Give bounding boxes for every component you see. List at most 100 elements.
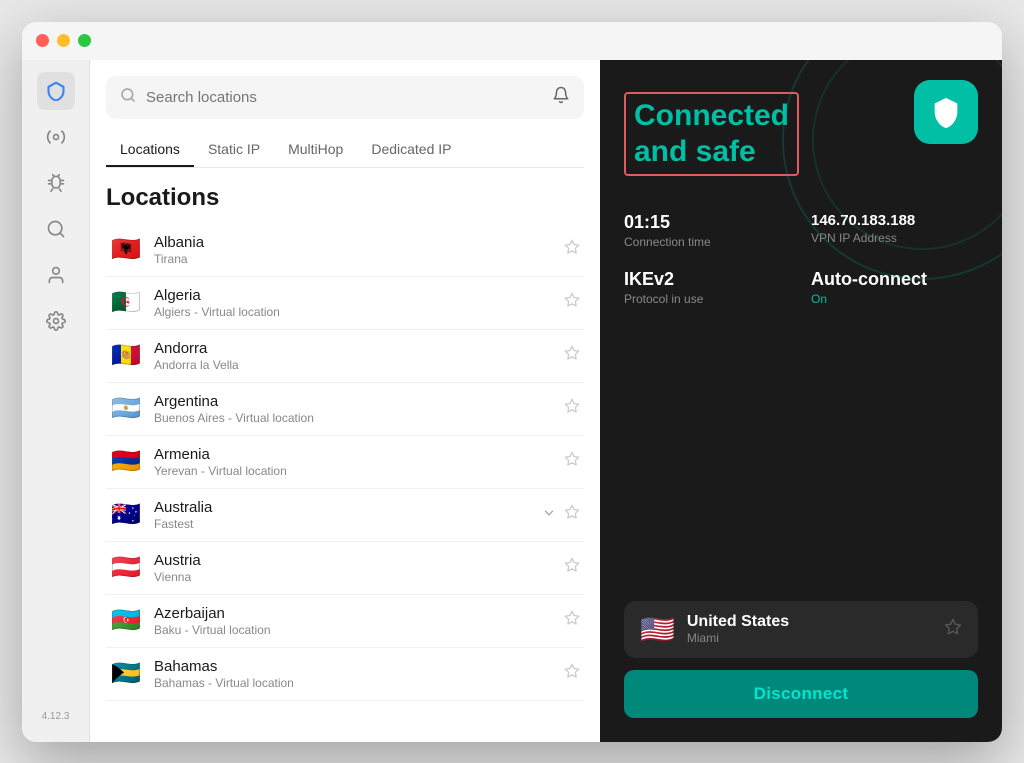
flag-icon: 🇦🇱 <box>110 235 142 264</box>
connection-time-value: 01:15 <box>624 212 791 233</box>
connected-city: Miami <box>687 631 932 645</box>
flag-icon: 🇦🇩 <box>110 341 142 370</box>
flag-icon: 🇦🇷 <box>110 394 142 423</box>
location-sub: Fastest <box>154 517 542 531</box>
tab-static-ip[interactable]: Static IP <box>194 133 274 167</box>
flag-icon: 🇦🇿 <box>110 606 142 635</box>
location-info: Armenia Yerevan - Virtual location <box>154 446 564 478</box>
connected-flag: 🇺🇸 <box>640 613 675 646</box>
location-info: Azerbaijan Baku - Virtual location <box>154 605 564 637</box>
favorite-star-icon[interactable] <box>564 398 580 419</box>
close-button[interactable] <box>36 34 49 47</box>
app-window: 4.12.3 Locations <box>22 22 1002 742</box>
favorite-star-icon[interactable] <box>564 451 580 472</box>
location-name: Andorra <box>154 340 564 357</box>
list-item[interactable]: 🇦🇩 Andorra Andorra la Vella <box>106 330 584 383</box>
location-name: Australia <box>154 499 542 516</box>
flag-icon: 🇦🇲 <box>110 447 142 476</box>
flag-icon: 🇩🇿 <box>110 288 142 317</box>
minimize-button[interactable] <box>57 34 70 47</box>
location-sub: Vienna <box>154 570 564 584</box>
favorite-star-icon[interactable] <box>564 663 580 684</box>
sidebar-icon-shield[interactable] <box>37 72 75 110</box>
vpn-logo-area <box>914 80 978 144</box>
connected-location-bar[interactable]: 🇺🇸 United States Miami <box>624 601 978 658</box>
right-panel: Connected and safe 01:15 Connection time… <box>600 60 1002 742</box>
left-panel: Locations Static IP MultiHop Dedicated I… <box>90 60 600 742</box>
vpn-logo <box>914 80 978 144</box>
list-item[interactable]: 🇦🇺 Australia Fastest <box>106 489 584 542</box>
flag-icon: 🇦🇺 <box>110 500 142 529</box>
connected-star-icon[interactable] <box>944 618 962 641</box>
location-sub: Bahamas - Virtual location <box>154 676 564 690</box>
search-icon <box>120 87 136 108</box>
stat-connection-time: 01:15 Connection time <box>624 212 791 249</box>
location-info: Australia Fastest <box>154 499 542 531</box>
tab-locations[interactable]: Locations <box>106 133 194 167</box>
sidebar-icon-settings[interactable] <box>37 302 75 340</box>
location-info: Argentina Buenos Aires - Virtual locatio… <box>154 393 564 425</box>
version-label: 4.12.3 <box>42 711 70 730</box>
location-info: Algeria Algiers - Virtual location <box>154 287 564 319</box>
connected-country: United States <box>687 613 932 631</box>
expand-icon[interactable] <box>542 506 556 523</box>
maximize-button[interactable] <box>78 34 91 47</box>
location-info: Albania Tirana <box>154 234 564 266</box>
bell-icon[interactable] <box>552 86 570 109</box>
list-item[interactable]: 🇦🇱 Albania Tirana <box>106 224 584 277</box>
location-sub: Algiers - Virtual location <box>154 305 564 319</box>
location-sub: Baku - Virtual location <box>154 623 564 637</box>
list-item[interactable]: 🇦🇲 Armenia Yerevan - Virtual location <box>106 436 584 489</box>
locations-heading: Locations <box>106 184 584 212</box>
tabs: Locations Static IP MultiHop Dedicated I… <box>106 133 584 168</box>
location-sub: Andorra la Vella <box>154 358 564 372</box>
connected-title-line2: and safe <box>634 134 789 170</box>
connected-title-line1: Connected <box>634 98 789 134</box>
location-name: Bahamas <box>154 658 564 675</box>
search-bar <box>106 76 584 119</box>
favorite-star-icon[interactable] <box>564 557 580 578</box>
list-item[interactable]: 🇦🇿 Azerbaijan Baku - Virtual location <box>106 595 584 648</box>
list-item[interactable]: 🇦🇹 Austria Vienna <box>106 542 584 595</box>
favorite-star-icon[interactable] <box>564 239 580 260</box>
sidebar-icon-network-settings[interactable] <box>37 118 75 156</box>
list-item[interactable]: 🇧🇸 Bahamas Bahamas - Virtual location <box>106 648 584 701</box>
connection-time-label: Connection time <box>624 235 791 249</box>
location-name: Austria <box>154 552 564 569</box>
sidebar: 4.12.3 <box>22 60 90 742</box>
list-item[interactable]: 🇩🇿 Algeria Algiers - Virtual location <box>106 277 584 330</box>
location-info: Bahamas Bahamas - Virtual location <box>154 658 564 690</box>
flag-icon: 🇧🇸 <box>110 659 142 688</box>
main-content: Locations Static IP MultiHop Dedicated I… <box>90 60 1002 742</box>
list-item[interactable]: 🇦🇷 Argentina Buenos Aires - Virtual loca… <box>106 383 584 436</box>
location-list[interactable]: 🇦🇱 Albania Tirana 🇩🇿 Algeria Algiers - V… <box>106 224 584 726</box>
sidebar-icon-user[interactable] <box>37 256 75 294</box>
location-sub: Buenos Aires - Virtual location <box>154 411 564 425</box>
search-input[interactable] <box>146 89 542 106</box>
location-info: Austria Vienna <box>154 552 564 584</box>
favorite-star-icon[interactable] <box>564 610 580 631</box>
sidebar-icon-search[interactable] <box>37 210 75 248</box>
sidebar-icon-bug[interactable] <box>37 164 75 202</box>
tab-multihop[interactable]: MultiHop <box>274 133 357 167</box>
location-name: Armenia <box>154 446 564 463</box>
location-info: Andorra Andorra la Vella <box>154 340 564 372</box>
location-name: Algeria <box>154 287 564 304</box>
flag-icon: 🇦🇹 <box>110 553 142 582</box>
connected-status-box: Connected and safe <box>624 92 799 176</box>
title-bar <box>22 22 1002 60</box>
disconnect-button[interactable]: Disconnect <box>624 670 978 718</box>
favorite-star-icon[interactable] <box>564 345 580 366</box>
location-sub: Yerevan - Virtual location <box>154 464 564 478</box>
favorite-star-icon[interactable] <box>564 504 580 525</box>
location-sub: Tirana <box>154 252 564 266</box>
autoconnect-value: On <box>811 292 978 306</box>
connected-info: United States Miami <box>687 613 932 645</box>
stat-protocol: IKEv2 Protocol in use <box>624 269 791 306</box>
location-name: Albania <box>154 234 564 251</box>
favorite-star-icon[interactable] <box>564 292 580 313</box>
tab-dedicated-ip[interactable]: Dedicated IP <box>357 133 465 167</box>
protocol-label: Protocol in use <box>624 292 791 306</box>
location-name: Azerbaijan <box>154 605 564 622</box>
protocol-value: IKEv2 <box>624 269 791 290</box>
